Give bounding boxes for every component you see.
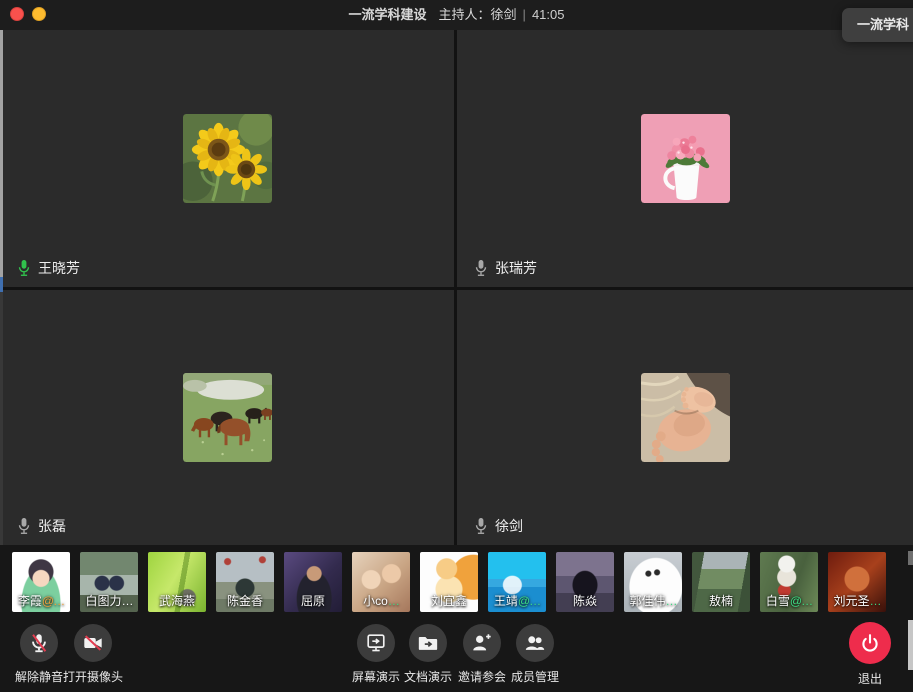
tile-name-label: 张瑞芳 bbox=[474, 258, 537, 278]
members-button[interactable]: 成员管理 bbox=[511, 624, 559, 685]
mic-icon bbox=[474, 259, 488, 277]
toolbar: 解除静音 打开摄像头 屏幕演示 文档演示 邀请参会 bbox=[0, 620, 913, 692]
participant-name: 张磊 bbox=[38, 516, 66, 536]
flower-vase-image bbox=[641, 114, 730, 203]
thumbnail-name: 李霞@… bbox=[12, 592, 70, 609]
video-tile-xujian[interactable]: 徐剑 bbox=[457, 290, 913, 545]
participant-thumbnail[interactable]: 屈原 bbox=[284, 552, 342, 612]
thumbnail-name: 敖楠 bbox=[692, 592, 750, 609]
baby-feet-image bbox=[641, 373, 730, 462]
host-label: 主持人：徐剑 bbox=[439, 7, 517, 22]
participant-thumbnail[interactable]: 武海燕 bbox=[148, 552, 206, 612]
camera-off-icon bbox=[74, 624, 112, 662]
power-icon bbox=[849, 622, 891, 664]
tile-name-label: 徐剑 bbox=[474, 516, 523, 536]
title-separator: | bbox=[523, 7, 526, 22]
tile-name-label: 王晓芳 bbox=[17, 258, 80, 278]
video-tile-zhangruifang[interactable]: 张瑞芳 bbox=[457, 30, 913, 287]
participant-thumbnail[interactable]: 白雪@… bbox=[760, 552, 818, 612]
thumbnail-name: 陈焱 bbox=[556, 592, 614, 609]
participant-name: 王晓芳 bbox=[38, 258, 80, 278]
video-grid: 王晓芳 bbox=[0, 30, 913, 545]
doc-share-button[interactable]: 文档演示 bbox=[404, 624, 452, 685]
meeting-title: 一流学科建设 bbox=[349, 7, 427, 22]
participant-thumbnail[interactable]: 敖楠 bbox=[692, 552, 750, 612]
title-bar: 一流学科建设主持人：徐剑 | 41:05 bbox=[0, 0, 913, 30]
members-icon bbox=[516, 624, 554, 662]
participant-thumbnail[interactable]: 刘宜鑫 bbox=[420, 552, 478, 612]
document-share-icon bbox=[409, 624, 447, 662]
thumbnail-name: 王靖@… bbox=[488, 592, 546, 609]
thumbnail-name: 陈金香 bbox=[216, 592, 274, 609]
mic-icon bbox=[474, 517, 488, 535]
video-tile-zhanglei[interactable]: 张磊 bbox=[0, 290, 454, 545]
thumbnail-name: 小co… bbox=[352, 592, 410, 609]
participant-name: 张瑞芳 bbox=[495, 258, 537, 278]
participant-thumbnail[interactable]: 郭佳伟… bbox=[624, 552, 682, 612]
background-window-edge bbox=[0, 277, 3, 292]
window-title: 一流学科建设主持人：徐剑 | 41:05 bbox=[0, 0, 913, 30]
elapsed-time: 41:05 bbox=[532, 7, 565, 22]
participant-thumbnail[interactable]: 小co… bbox=[352, 552, 410, 612]
thumbnail-name: 屈原 bbox=[284, 592, 342, 609]
participant-thumbnail[interactable]: 李霞@… bbox=[12, 552, 70, 612]
background-scrollbar-edge bbox=[908, 620, 913, 670]
video-tile-wangxiaofang[interactable]: 王晓芳 bbox=[0, 30, 454, 287]
sunflower-image bbox=[183, 114, 272, 203]
meeting-window: 一流学科建设主持人：徐剑 | 41:05 一流学科 bbox=[0, 0, 913, 692]
screen-share-icon bbox=[357, 624, 395, 662]
mic-icon bbox=[17, 259, 31, 277]
meeting-name-tooltip: 一流学科 bbox=[842, 8, 913, 42]
film-strip: 李霞@… 白图力… 武海燕 陈金香 屈原 小co… 刘宜鑫 王靖@… 陈焱 郭佳… bbox=[0, 545, 913, 620]
thumbnail-name: 武海燕 bbox=[148, 592, 206, 609]
participant-thumbnail[interactable]: 陈金香 bbox=[216, 552, 274, 612]
unmute-button[interactable]: 解除静音 bbox=[15, 624, 63, 685]
background-window-edge bbox=[0, 30, 3, 277]
background-window-edge bbox=[908, 551, 913, 565]
participant-thumbnail[interactable]: 刘元圣… bbox=[828, 552, 886, 612]
participant-thumbnail[interactable]: 白图力… bbox=[80, 552, 138, 612]
background-window-edge bbox=[0, 292, 3, 545]
mic-muted-icon bbox=[20, 624, 58, 662]
horses-image bbox=[183, 373, 272, 462]
open-camera-button[interactable]: 打开摄像头 bbox=[63, 624, 123, 685]
invite-button[interactable]: 邀请参会 bbox=[458, 624, 506, 685]
thumbnail-name: 白图力… bbox=[80, 592, 138, 609]
thumbnail-name: 郭佳伟… bbox=[624, 592, 682, 609]
mic-icon bbox=[17, 517, 31, 535]
thumbnail-name: 白雪@… bbox=[760, 592, 818, 609]
participant-thumbnail[interactable]: 陈焱 bbox=[556, 552, 614, 612]
tile-name-label: 张磊 bbox=[17, 516, 66, 536]
thumbnail-name: 刘宜鑫 bbox=[420, 592, 478, 609]
thumbnail-name: 刘元圣… bbox=[828, 592, 886, 609]
participant-name: 徐剑 bbox=[495, 516, 523, 536]
exit-button[interactable]: 退出 bbox=[849, 622, 891, 687]
participant-thumbnail[interactable]: 王靖@… bbox=[488, 552, 546, 612]
invite-person-icon bbox=[463, 624, 501, 662]
screen-share-button[interactable]: 屏幕演示 bbox=[352, 624, 400, 685]
